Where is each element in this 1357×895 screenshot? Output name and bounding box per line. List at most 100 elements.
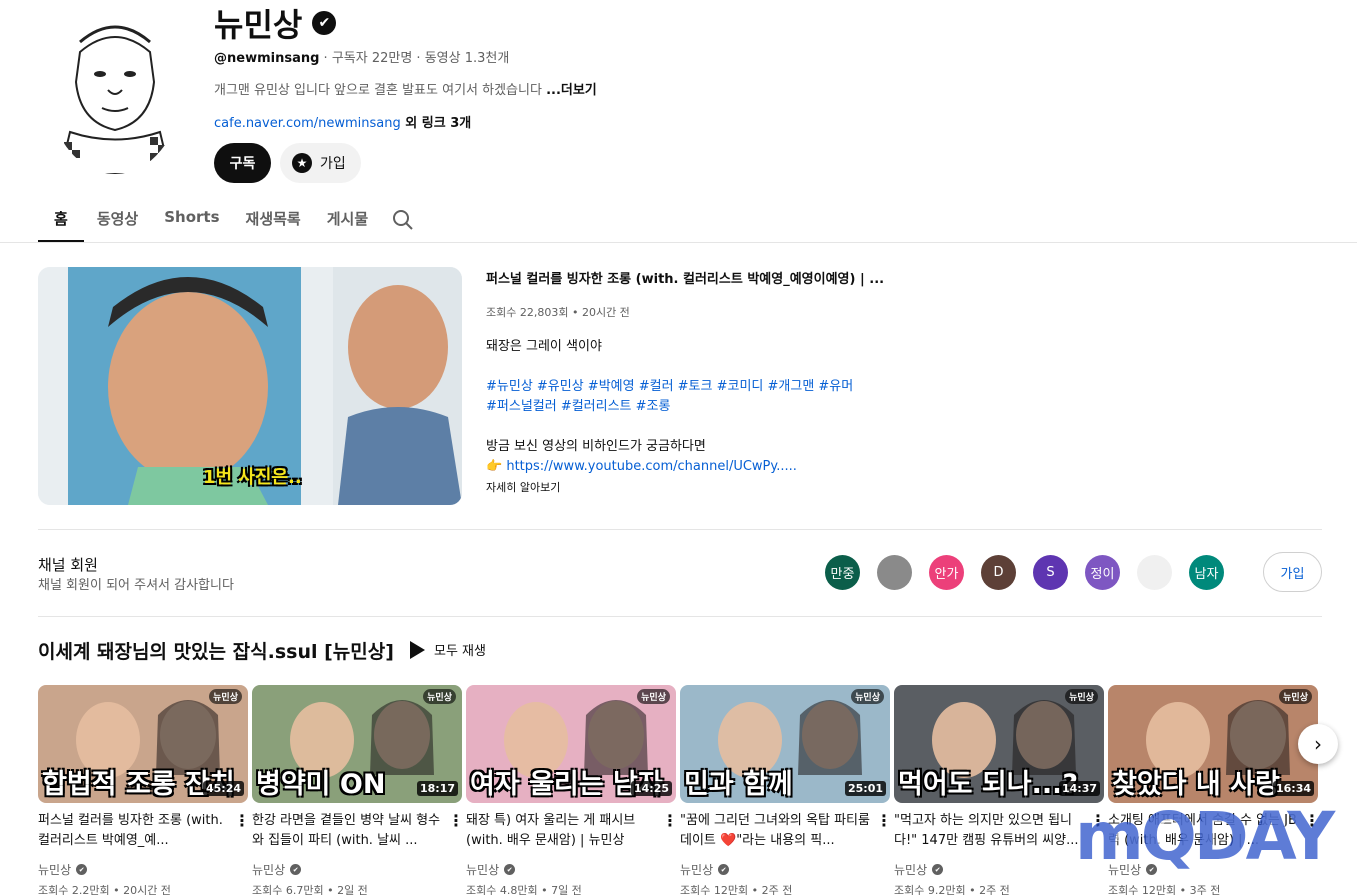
video-title[interactable]: 한강 라면을 곁들인 병약 날씨 형수와 집들이 파티 (with. 날씨 ..… [252,811,442,851]
video-thumbnail[interactable]: 뉴민상 여자 울리는 남자 14:25 [466,685,676,803]
hashtags[interactable]: #뉴민상 #유민상 #박예영 #컬러 #토크 #코미디 #개그맨 #유머 [486,377,906,397]
video-channel[interactable]: 뉴민상 ✔ [466,861,676,878]
video-duration: 14:37 [1058,781,1100,796]
member-avatar[interactable] [1137,555,1172,590]
video-card[interactable]: 뉴민상 민과 함께 25:01 "꿈에 그리던 그녀와의 옥탑 파티룸 데이트 ❤️"… [680,685,892,895]
video-card[interactable]: 뉴민상 합법적 조롱 잔치 45:24 퍼스널 컬러를 빙자한 조롱 (with. 컬… [38,685,250,895]
video-card[interactable]: 뉴민상 병약미 ON 18:17 한강 라면을 곁들인 병약 날씨 형수와 집들이 파… [252,685,464,895]
video-channel[interactable]: 뉴민상 ✔ [680,861,890,878]
video-stats: 조회수 12만회 • 2주 전 [680,884,793,895]
play-all-label: 모두 재생 [434,644,486,659]
section-divider [38,529,1322,530]
member-avatar[interactable]: 만중 [825,555,860,590]
playlist-title[interactable]: 이세계 돼장님의 맛있는 잡식.ssul [뉴민상] [38,637,394,664]
video-channel[interactable]: 뉴민상 ✔ [38,861,248,878]
member-avatar[interactable]: 안가 [929,555,964,590]
description-more[interactable]: ...더보기 [546,83,597,98]
watermark: mQDAY [1075,798,1335,875]
channel-meta: @newminsang · 구독자 22만명 · 동영상 1.3천개 [214,47,509,66]
tab-home[interactable]: 홈 [38,198,84,242]
channel-link[interactable]: cafe.naver.com/newminsang [214,116,401,131]
video-thumbnail[interactable]: 뉴민상 민과 함께 25:01 [680,685,890,803]
video-thumbnail[interactable]: 뉴민상 합법적 조롱 잔치 45:24 [38,685,248,803]
video-stats: 조회수 2.2만회 • 20시간 전 [38,884,171,895]
tabs-divider [0,242,1357,243]
thumbnail-caption: 찾았다 내 사랑 [1112,769,1280,800]
tab-playlists[interactable]: 재생목록 [233,198,314,242]
thumbnail-logo: 뉴민상 [1279,689,1312,704]
video-thumbnail[interactable]: 뉴민상 찾았다 내 사랑 16:34 [1108,685,1318,803]
video-channel-name[interactable]: 뉴민상 [894,861,927,878]
play-icon [410,640,425,659]
member-avatar[interactable] [877,555,912,590]
verified-icon: ✔ [718,864,730,875]
video-card[interactable]: 뉴민상 먹어도 되나...? 14:37 "먹고자 하는 의지만 있으면 됩니다!" … [894,685,1106,895]
members-subtitle: 채널 회원이 되어 주셔서 감사합니다 [38,578,234,593]
featured-video-stats: 조회수 22,803회 • 20시간 전 [486,306,630,319]
verified-icon: ✔ [290,864,302,875]
join-label: 가입 [320,156,346,172]
more-options-icon[interactable]: ⋮ [234,811,250,830]
more-options-icon[interactable]: ⋮ [662,811,678,830]
other-links[interactable]: 외 링크 3개 [401,116,471,131]
thumbnail-logo: 뉴민상 [637,689,670,704]
video-thumbnail[interactable]: 뉴민상 먹어도 되나...? 14:37 [894,685,1104,803]
video-duration: 18:17 [416,781,458,796]
member-avatar[interactable]: 정이 [1085,555,1120,590]
video-stats: 조회수 12만회 • 3주 전 [1108,884,1221,895]
featured-video-title[interactable]: 퍼스널 컬러를 빙자한 조롱 (with. 컬러리스트 박예영_예영이예영) |… [486,268,886,287]
video-duration: 14:25 [630,781,672,796]
thumbnail-logo: 뉴민상 [423,689,456,704]
video-stats: 조회수 6.7만회 • 2일 전 [252,884,368,895]
member-avatar[interactable]: S [1033,555,1068,590]
verified-icon: ✔ [76,864,88,875]
video-card[interactable]: 뉴민상 여자 울리는 남자 14:25 돼장 특) 여자 울리는 게 패시브 (wit… [466,685,678,895]
video-duration: 25:01 [844,781,886,796]
video-stats: 조회수 4.8만회 • 7일 전 [466,884,582,895]
member-avatar[interactable]: D [981,555,1016,590]
section-divider [38,616,1322,617]
search-icon[interactable] [381,198,425,242]
video-channel[interactable]: 뉴민상 ✔ [894,861,1104,878]
learn-more-link[interactable]: 자세히 알아보기 [486,479,560,495]
next-arrow-button[interactable]: › [1298,724,1338,764]
video-title[interactable]: 돼장 특) 여자 울리는 게 패시브 (with. 배우 문새암) | 뉴민상 [466,811,656,851]
featured-link[interactable]: https://www.youtube.com/channel/UCwPy...… [506,459,797,474]
video-title[interactable]: 퍼스널 컬러를 빙자한 조롱 (with. 컬러리스트 박예영_예... [38,811,228,851]
thumbnail-logo: 뉴민상 [851,689,884,704]
channel-description[interactable]: 개그맨 유민상 입니다 앞으로 결혼 발표도 여기서 하겠습니다 ...더보기 [214,79,597,98]
desc-line: 돼장은 그레이 색이야 [486,339,602,354]
join-button[interactable]: ★ 가입 [280,143,361,183]
thumbnail-logo: 뉴민상 [1065,689,1098,704]
member-avatars: 만중 안가 D S 정이 남자 [825,555,1224,590]
video-channel[interactable]: 뉴민상 ✔ [252,861,462,878]
featured-video-thumbnail[interactable]: 1번 사진은.. [38,267,462,505]
play-all-button[interactable]: 모두 재생 [410,640,486,659]
video-channel-name[interactable]: 뉴민상 [252,861,285,878]
subscribe-button[interactable]: 구독 [214,143,271,183]
video-title[interactable]: "먹고자 하는 의지만 있으면 됩니다!" 147만 캠핑 유튜버의 씨양... [894,811,1084,851]
members-join-button[interactable]: 가입 [1263,552,1322,592]
video-channel-name[interactable]: 뉴민상 [680,861,713,878]
tab-posts[interactable]: 게시물 [314,198,381,242]
thumbnail-logo: 뉴민상 [209,689,242,704]
verified-icon: ✔ [312,11,337,35]
video-title[interactable]: "꿈에 그리던 그녀와의 옥탑 파티룸 데이트 ❤️"라는 내용의 픽... [680,811,870,851]
channel-links: cafe.naver.com/newminsang 외 링크 3개 [214,112,471,131]
hashtags[interactable]: #퍼스널컬러 #컬러리스트 #조롱 [486,397,906,417]
video-channel-name[interactable]: 뉴민상 [466,861,499,878]
more-options-icon[interactable]: ⋮ [448,811,464,830]
video-thumbnail[interactable]: 뉴민상병약미 ON 18:17 [252,685,462,803]
featured-thumb-caption: 1번 사진은.. [203,467,302,488]
thumbnail-caption: 병약미 ON [256,769,386,800]
tab-shorts[interactable]: Shorts [151,198,232,242]
channel-handle: @newminsang [214,51,320,66]
star-icon: ★ [292,153,312,173]
more-options-icon[interactable]: ⋮ [876,811,892,830]
video-channel-name[interactable]: 뉴민상 [38,861,71,878]
video-duration: 45:24 [202,781,244,796]
member-avatar[interactable]: 남자 [1189,555,1224,590]
video-stats: 조회수 9.2만회 • 2주 전 [894,884,1010,895]
tab-videos[interactable]: 동영상 [84,198,151,242]
description-text: 개그맨 유민상 입니다 앞으로 결혼 발표도 여기서 하겠습니다 [214,83,547,98]
